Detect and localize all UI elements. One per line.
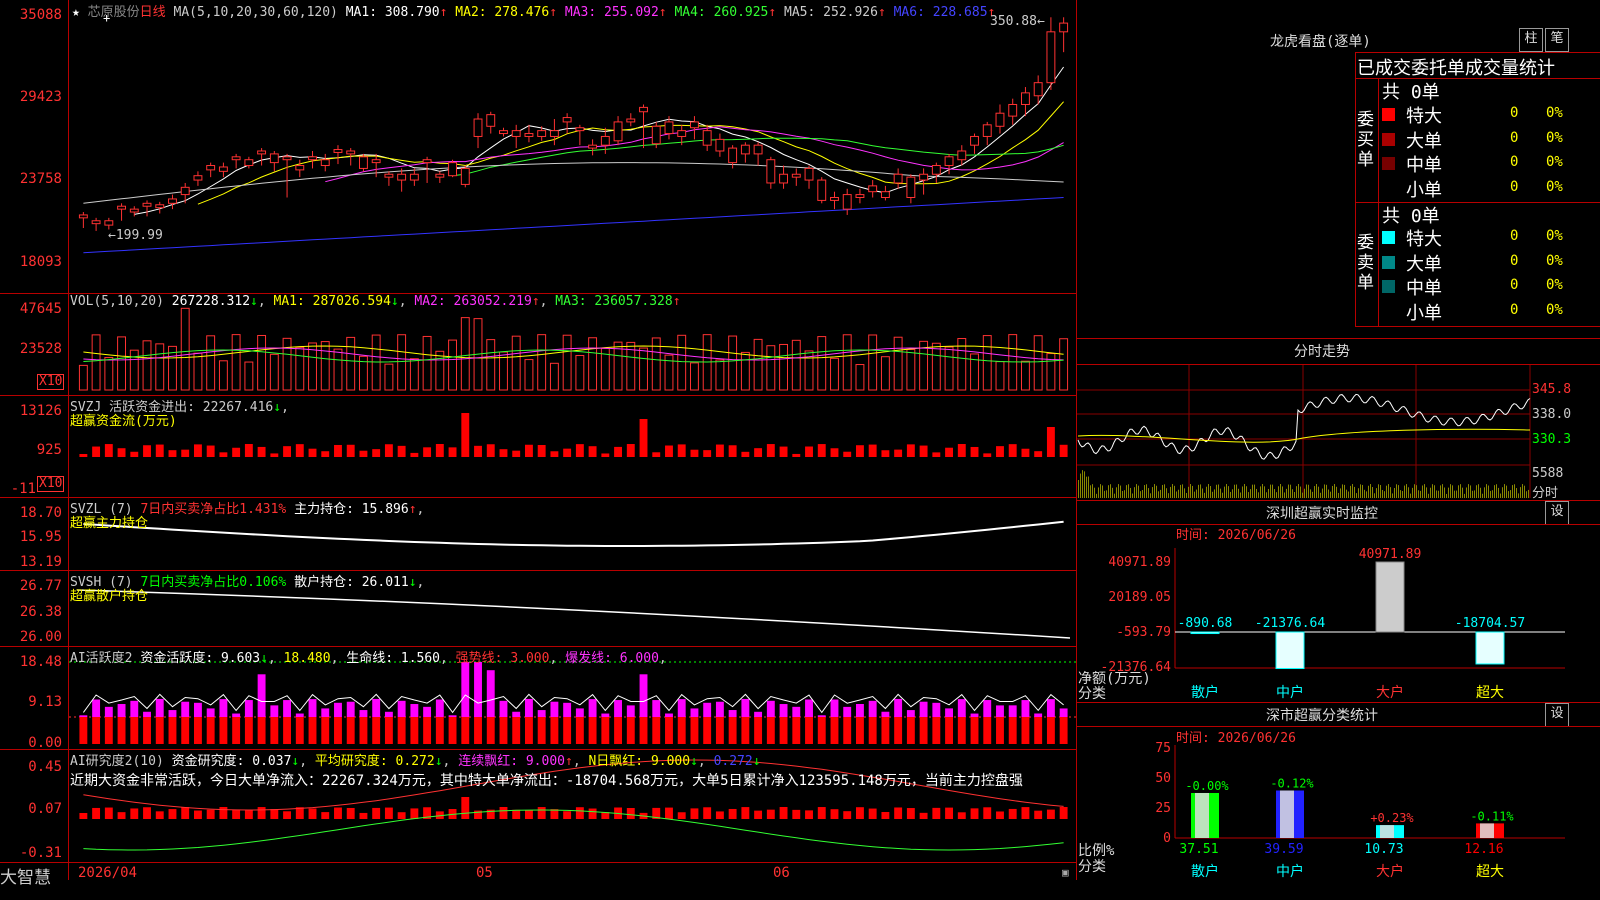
classify-bar-highlight	[1280, 790, 1294, 838]
classify-ytick: 50	[1155, 771, 1171, 786]
classify-change: -0.12%	[1270, 776, 1314, 790]
classify-ytick: 25	[1155, 801, 1171, 816]
classify-bar-highlight	[1380, 825, 1394, 838]
classify-change: +0.23%	[1370, 811, 1414, 825]
classify-category: 大户	[1376, 863, 1404, 880]
classify-category: 中户	[1276, 863, 1304, 880]
classify-value: 10.73	[1364, 842, 1403, 857]
classify-value: 12.16	[1464, 842, 1503, 857]
classify-category: 超大	[1476, 864, 1504, 880]
classify-ytick: 75	[1155, 741, 1171, 756]
classify-chart: 75 50 25 0 -0.00% 37.51 散户 -0.12% 39.59 中户 +0.23% 1…	[1155, 741, 1565, 880]
classify-category: 散户	[1191, 863, 1219, 880]
classify-ytick: 0	[1163, 831, 1171, 846]
classify-change: -0.00%	[1185, 779, 1229, 793]
classify-value: 37.51	[1179, 842, 1218, 857]
classify-value: 39.59	[1264, 842, 1303, 857]
classify-bar-highlight	[1195, 792, 1209, 838]
classify-bar-highlight	[1480, 823, 1494, 838]
classify-change: -0.11%	[1470, 809, 1514, 823]
